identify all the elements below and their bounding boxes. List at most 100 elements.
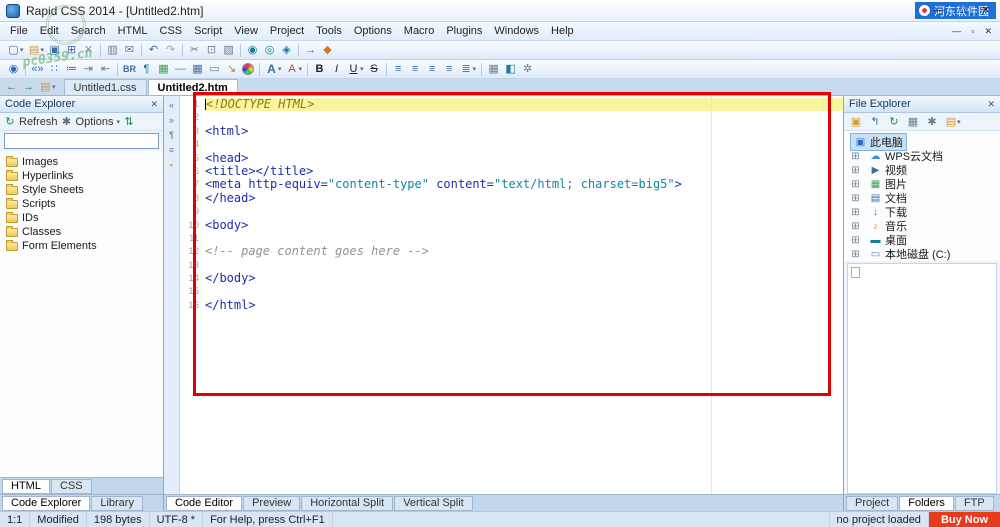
code-line[interactable]: 11 [180,232,843,245]
save-icon[interactable]: ▣ [47,42,62,58]
code-explorer-item[interactable]: Images [0,155,163,169]
bold-button[interactable]: B [312,61,327,77]
tree-expander-icon[interactable]: ⊞ [850,193,861,204]
mdi-restore-button[interactable]: ▫ [971,26,974,37]
menu-file[interactable]: File [4,24,34,38]
pilcrow-icon[interactable]: ¶ [165,128,179,141]
align-left-icon[interactable]: ≡ [391,61,406,77]
open-file-icon[interactable]: ▤ ▾ [27,42,46,58]
code-line[interactable]: 4 [180,138,843,151]
color-picker-icon[interactable] [241,61,255,77]
table-icon[interactable]: ▦ [190,61,205,77]
print-icon[interactable]: ▥ [105,42,120,58]
go-up-icon[interactable]: ↰ [868,114,882,130]
menu-edit[interactable]: Edit [34,24,65,38]
menu-css[interactable]: CSS [154,24,189,38]
tree-expander-icon[interactable]: ⊞ [850,151,861,162]
tree-expander-icon[interactable]: ⊞ [850,165,861,176]
options-button[interactable]: Options [76,116,114,128]
code-explorer-filter-input[interactable] [4,133,159,149]
menu-windows[interactable]: Windows [488,24,545,38]
italic-button[interactable]: I [329,61,344,77]
find-icon[interactable]: ◉ [245,42,260,58]
close-document-icon[interactable]: ✕ [81,42,96,58]
tree-expander-icon[interactable]: ⊞ [850,235,861,246]
cut-icon[interactable]: ✂ [187,42,202,58]
menu-plugins[interactable]: Plugins [440,24,488,38]
close-button[interactable]: ✕ [982,4,990,18]
refresh-button[interactable]: Refresh [19,116,58,128]
align-center-icon[interactable]: ≡ [408,61,423,77]
tree-expander-icon[interactable]: ⊞ [850,221,861,232]
code-explorer-item[interactable]: Hyperlinks [0,169,163,183]
underline-button[interactable]: U ▾ [346,61,365,77]
bookmark-icon[interactable]: ◆ [320,42,335,58]
code-line[interactable]: 5 <head> [180,151,843,165]
mdi-close-button[interactable]: ✕ [984,26,992,37]
tag-insert-icon[interactable]: «» [30,61,45,77]
font-size-icon[interactable]: A ▾ [264,61,283,77]
paste-icon[interactable]: ▧ [221,42,236,58]
code-line[interactable]: 9 [180,205,843,218]
code-line[interactable]: 10 <body> [180,218,843,232]
fold-expand-icon[interactable]: » [165,113,179,126]
view-mode-icon[interactable]: ▦ [906,114,920,130]
line-spacing-icon[interactable]: ≣ ▾ [459,61,478,77]
view-tab-preview[interactable]: Preview [243,495,301,511]
menu-help[interactable]: Help [545,24,580,38]
type-tab-css[interactable]: CSS [50,478,92,494]
bullet-list-icon[interactable]: ∷ [47,61,62,77]
code-explorer-item[interactable]: IDs [0,211,163,225]
code-explorer-item[interactable]: Style Sheets [0,183,163,197]
buy-now-button[interactable]: Buy Now [928,512,1000,527]
sort-toggle-icon[interactable]: ⇅ [123,115,135,129]
code-line[interactable]: 1 <!DOCTYPE HTML> [180,97,843,112]
code-line[interactable]: 13 [180,259,843,272]
code-explorer-item[interactable]: Classes [0,225,163,239]
settings-icon[interactable]: ✱ [925,114,939,130]
menu-options[interactable]: Options [348,24,398,38]
email-icon[interactable]: ✉ [122,42,137,58]
type-tab-html[interactable]: HTML [2,478,50,494]
menu-tools[interactable]: Tools [310,24,348,38]
outdent-icon[interactable]: ⇤ [98,61,113,77]
view-tab-code-editor[interactable]: Code Editor [166,495,243,511]
table-grid-icon[interactable]: ▦ [486,61,501,77]
recent-files-icon[interactable]: ▤ ▾ [38,79,57,95]
dock-tab-code-explorer[interactable]: Code Explorer [2,495,91,511]
form-icon[interactable]: ▭ [207,61,222,77]
fold-collapse-icon[interactable]: « [165,98,179,111]
maximize-button[interactable]: □ [960,4,966,18]
code-explorer-item[interactable]: Scripts [0,197,163,211]
forward-icon[interactable]: → [21,79,36,95]
browser-preview-icon[interactable]: ◉ [6,61,21,77]
horizontal-rule-icon[interactable]: — [173,61,188,77]
align-justify-icon[interactable]: ≡ [442,61,457,77]
menu-view[interactable]: View [228,24,264,38]
menu-html[interactable]: HTML [112,24,154,38]
code-line[interactable]: 14 </body> [180,271,843,285]
replace-icon[interactable]: ◈ [279,42,294,58]
align-right-icon[interactable]: ≡ [425,61,440,77]
dock-tab-ftp[interactable]: FTP [954,495,994,511]
doc-tab-untitled2-htm[interactable]: Untitled2.htm [147,79,238,95]
code-line[interactable]: 6 <title></title> [180,164,843,178]
image-icon[interactable]: ▦ [156,61,171,77]
menu-search[interactable]: Search [65,24,112,38]
font-color-icon[interactable]: A ▾ [285,61,304,77]
code-line[interactable]: 7 <meta http-equiv="content-type" content… [180,178,843,191]
view-tab-horizontal-split[interactable]: Horizontal Split [301,495,394,511]
new-file-icon[interactable]: ▢ ▾ [6,42,25,58]
pointer-icon[interactable]: ↘ [224,61,239,77]
menu-project[interactable]: Project [264,24,310,38]
save-all-icon[interactable]: ⊞ [64,42,79,58]
doc-tab-untitled1-css[interactable]: Untitled1.css [63,79,147,95]
code-line[interactable]: 8 </head> [180,191,843,205]
code-line[interactable]: 15 [180,285,843,298]
tree-expander-icon[interactable]: ⊞ [850,207,861,218]
hint-icon[interactable]: ▪ [165,158,179,171]
highlight-icon[interactable]: ◧ [503,61,518,77]
indent-icon[interactable]: ⇥ [81,61,96,77]
file-explorer-close-icon[interactable]: ✕ [987,99,995,110]
view-tab-vertical-split[interactable]: Vertical Split [394,495,473,511]
